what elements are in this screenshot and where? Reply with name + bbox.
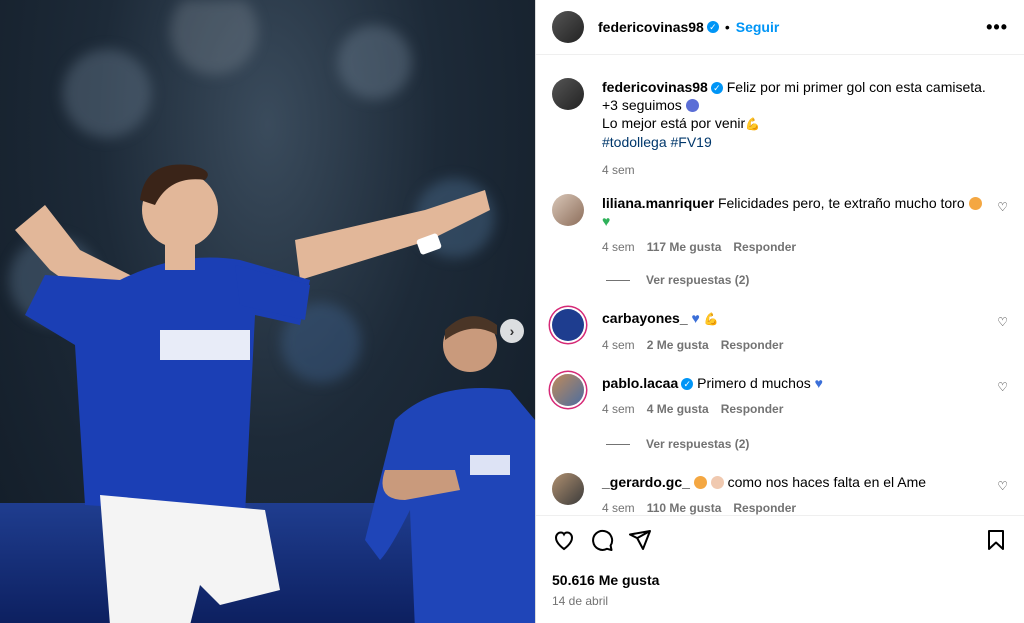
caption-line-1: Feliz por mi primer gol con esta camiset… [726, 79, 986, 95]
view-replies-button[interactable]: Ver respuestas (2) [606, 437, 749, 451]
post-side-panel: federicovinas98 ✓ • Seguir ••• federicov… [535, 0, 1024, 623]
flexed-biceps-emoji-icon: 💪 [703, 312, 719, 326]
comment-text: Primero d muchos [697, 375, 811, 391]
post-photo[interactable]: › [0, 0, 535, 623]
blue-circle-emoji-icon [685, 99, 699, 112]
save-bookmark-icon[interactable] [984, 528, 1008, 552]
comment-bubble-icon[interactable] [590, 528, 614, 552]
blue-heart-emoji-icon: ♥ [691, 310, 700, 326]
like-comment-heart-icon[interactable]: ♡ [997, 479, 1008, 493]
comment-text: Felicidades pero, te extraño mucho toro [717, 195, 965, 211]
post-header: federicovinas98 ✓ • Seguir ••• [536, 0, 1024, 55]
commenter-avatar[interactable] [552, 473, 584, 505]
pleading-face-emoji-icon [968, 197, 982, 210]
comment-username[interactable]: pablo.lacaa [602, 375, 678, 391]
comment-item: _gerardo.gc_ como nos haces falta en el … [552, 473, 1008, 515]
caption-username[interactable]: federicovinas98 [602, 79, 708, 95]
caption-hashtags[interactable]: #todollega #FV19 [602, 134, 712, 150]
comments-list: federicovinas98 ✓ Feliz por mi primer gol… [536, 55, 1024, 515]
green-heart-emoji-icon: ♥ [602, 213, 611, 229]
comment-username[interactable]: _gerardo.gc_ [602, 474, 690, 490]
comment-item: carbayones_ ♥ 💪 4 sem 2 Me gusta Responder… [552, 309, 1008, 354]
praying-hands-emoji-icon [710, 476, 724, 489]
comment-likes[interactable]: 2 Me gusta [647, 338, 709, 352]
verified-badge-icon: ✓ [681, 378, 694, 390]
crying-face-emoji-icon [693, 476, 707, 489]
comment-item: pablo.lacaa ✓ Primero d muchos ♥ 4 sem 4 M… [552, 374, 1008, 418]
verified-badge-icon: ✓ [710, 82, 723, 94]
blue-heart-emoji-icon: ♥ [814, 375, 823, 391]
comment-username[interactable]: carbayones_ [602, 310, 688, 326]
like-heart-icon[interactable] [552, 528, 576, 552]
share-send-icon[interactable] [628, 528, 652, 552]
reply-button[interactable]: Responder [721, 402, 784, 416]
comment-time: 4 sem [602, 402, 635, 416]
caption-avatar[interactable] [552, 78, 584, 110]
caption-line-2: +3 seguimos [602, 97, 682, 113]
comment-text: como nos haces falta en el Ame [727, 474, 927, 490]
verified-badge-icon: ✓ [706, 21, 719, 33]
more-options-icon[interactable]: ••• [986, 17, 1008, 38]
post-actions: 50.616 Me gusta 14 de abril [536, 515, 1024, 618]
author-username[interactable]: federicovinas98 [598, 19, 704, 35]
caption: federicovinas98 ✓ Feliz por mi primer gol… [552, 78, 1008, 179]
comment-likes[interactable]: 117 Me gusta [647, 240, 722, 254]
comment-item: liliana.manriquer Felicidades pero, te e… [552, 194, 1008, 256]
commenter-avatar[interactable] [552, 374, 584, 406]
reply-button[interactable]: Responder [721, 338, 784, 352]
separator-dot: • [724, 19, 730, 35]
reply-button[interactable]: Responder [733, 240, 796, 254]
like-comment-heart-icon[interactable]: ♡ [997, 200, 1008, 214]
flexed-biceps-emoji-icon: 💪 [745, 117, 761, 131]
commenter-avatar[interactable] [552, 309, 584, 341]
likes-count[interactable]: 50.616 Me gusta [552, 572, 1008, 588]
commenter-avatar[interactable] [552, 194, 584, 226]
author-avatar[interactable] [552, 11, 584, 43]
player-celebrating-image [15, 164, 535, 623]
comment-username[interactable]: liliana.manriquer [602, 195, 714, 211]
like-comment-heart-icon[interactable]: ♡ [997, 380, 1008, 394]
comment-time: 4 sem [602, 501, 635, 515]
post-date[interactable]: 14 de abril [552, 594, 1008, 608]
like-comment-heart-icon[interactable]: ♡ [997, 315, 1008, 329]
caption-line-3: Lo mejor está por venir [602, 115, 746, 131]
reply-button[interactable]: Responder [733, 501, 796, 515]
comment-likes[interactable]: 4 Me gusta [647, 402, 709, 416]
comment-time: 4 sem [602, 240, 635, 254]
comment-time: 4 sem [602, 338, 635, 352]
carousel-next-button[interactable]: › [500, 319, 524, 343]
comment-likes[interactable]: 110 Me gusta [647, 501, 722, 515]
view-replies-button[interactable]: Ver respuestas (2) [606, 273, 749, 287]
follow-button[interactable]: Seguir [736, 19, 780, 35]
caption-time: 4 sem [602, 163, 635, 177]
